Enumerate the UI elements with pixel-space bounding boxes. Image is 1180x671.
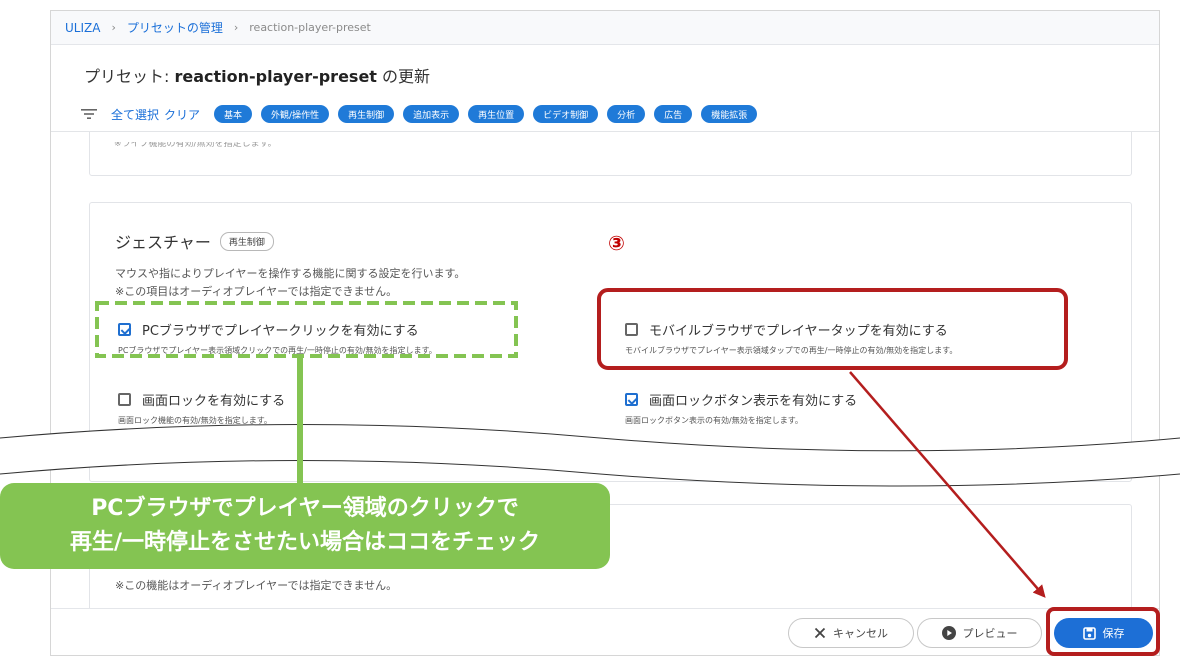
- mobile-tap-highlight-box: [597, 288, 1068, 370]
- annotation-callout: PCブラウザでプレイヤー領域のクリックで 再生/一時停止をさせたい場合はココをチ…: [0, 483, 610, 569]
- callout-line-1: PCブラウザでプレイヤー領域のクリックで: [91, 496, 519, 521]
- pc-click-highlight-box: [95, 301, 518, 358]
- annotation-overlay: [0, 288, 1180, 656]
- cut-wave-band: [0, 424, 1180, 486]
- annotation-step-number: ③: [608, 231, 625, 255]
- save-button-highlight-box: [1046, 607, 1160, 656]
- callout-line-2: 再生/一時停止をさせたい場合はココをチェック: [69, 530, 541, 555]
- screenshot-stage: ULIZA › プリセットの管理 › reaction-player-prese…: [0, 0, 1180, 671]
- pc-click-connector: [297, 356, 303, 486]
